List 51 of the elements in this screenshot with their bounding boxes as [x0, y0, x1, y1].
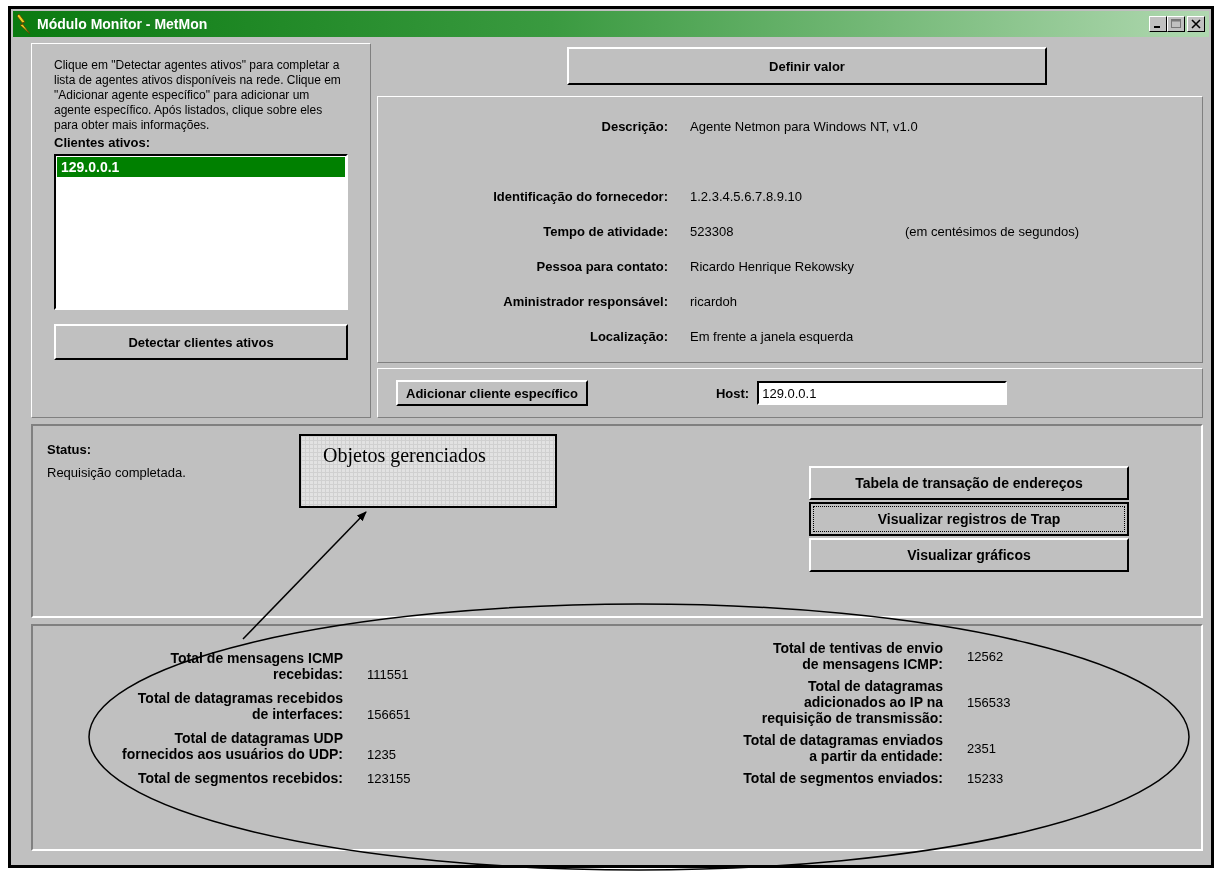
host-field[interactable]: 129.0.0.1	[757, 381, 1008, 406]
client-item[interactable]: 129.0.0.1	[57, 157, 345, 177]
field-value: Ricardo Henrique Rekowsky	[690, 258, 855, 274]
close-button[interactable]	[1187, 16, 1205, 32]
stat-label: Total de segmentos recebidos:	[136, 770, 343, 786]
minimize-button[interactable]	[1149, 16, 1167, 32]
stat-label: Total de datagramas enviados a partir da entidade:	[742, 732, 943, 764]
stat-value: 156651	[367, 707, 411, 722]
field-value: Em frente a janela esquerda	[690, 328, 855, 344]
field-label: Aministrador responsável:	[502, 293, 668, 309]
annotation-callout: Objetos gerenciados	[299, 434, 557, 508]
field-value: Agente Netmon para Windows NT, v1.0	[690, 118, 918, 134]
field-value: ricardoh	[690, 293, 738, 309]
lightning-icon	[17, 14, 31, 34]
window-title: Módulo Monitor - MetMon	[37, 16, 208, 32]
stat-value: 1235	[367, 747, 396, 762]
host-label: Host:	[715, 385, 750, 401]
add-client-button[interactable]: Adicionar cliente específico	[396, 380, 588, 407]
action-button[interactable]: Tabela de transação de endereços	[809, 466, 1129, 500]
field-label: Tempo de atividade:	[542, 223, 668, 239]
field-value: 523308	[690, 223, 735, 239]
stat-value: 2351	[967, 740, 996, 756]
field-value: 1.2.3.4.5.6.7.8.9.10	[690, 188, 804, 204]
stat-value: 156533	[967, 694, 1011, 710]
field-label: Localização:	[588, 328, 668, 344]
stat-label: Total de segmentos enviados:	[742, 770, 943, 786]
close-icon	[1191, 19, 1201, 29]
status-label: Status:	[47, 442, 93, 457]
stat-value: 123155	[367, 771, 411, 786]
clients-label: Clientes ativos:	[54, 135, 152, 150]
detect-clients-button[interactable]: Detectar clientes ativos	[54, 324, 348, 360]
stat-value: 12562	[967, 648, 1004, 664]
unit-note: (em centésimos de segundos)	[905, 223, 1080, 239]
stat-value: 15233	[967, 770, 1004, 786]
stat-label: Total de tentivas de envio de mensagens ICMP:	[771, 640, 943, 672]
stat-value: 111551	[367, 667, 409, 682]
field-label: Descrição:	[600, 118, 668, 134]
action-button[interactable]: Visualizar registros de Trap	[809, 502, 1129, 536]
minimize-icon	[1153, 26, 1160, 28]
stat-label: Total de datagramas recebidos de interfaces:	[136, 690, 343, 722]
set-value-button[interactable]: Definir valor	[567, 47, 1047, 85]
stat-label: Total de datagramas adicionados ao IP na requisição de transmissão:	[760, 678, 943, 726]
field-label: Identificação do fornecedor:	[492, 188, 668, 204]
action-button[interactable]: Visualizar gráficos	[809, 538, 1129, 572]
field-label: Pessoa para contato:	[535, 258, 668, 274]
maximize-button[interactable]	[1167, 16, 1185, 32]
maximize-icon	[1171, 19, 1181, 29]
stat-label: Total de datagramas UDP fornecidos aos usuários do UDP:	[121, 730, 343, 762]
status-text: Requisição completada.	[47, 465, 187, 480]
instructions-text: Clique em "Detectar agentes ativos" para completar a lista de agentes ativos disponíveis na rede. Clique em "Adicionar agente específico" para adicionar um agente específico. Após listados, clique sobre eles para obter mais informações.	[54, 58, 342, 133]
clients-list[interactable]: 129.0.0.1	[54, 154, 348, 310]
